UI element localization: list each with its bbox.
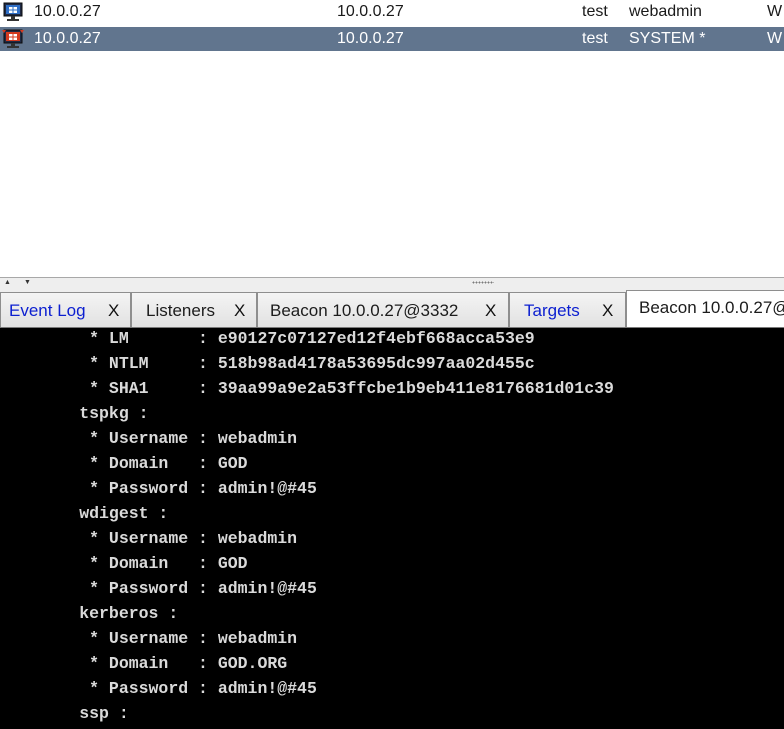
tab-label: Event Log <box>9 301 86 320</box>
console-line: * Domain : GOD <box>0 454 248 473</box>
console-line: * Password : admin!@#45 <box>0 679 317 698</box>
console-line: tspkg : <box>0 404 149 423</box>
tab-close-button[interactable]: X <box>234 301 245 321</box>
session-user: webadmin <box>629 3 702 20</box>
collapse-up-arrow-icon[interactable]: ▲ <box>4 279 11 287</box>
session-computer: W <box>767 30 783 47</box>
tab-label: Listeners <box>146 301 215 320</box>
tab-event-log[interactable]: Event Log X <box>0 292 131 327</box>
session-row-system[interactable]: 10.0.0.27 10.0.0.27 test SYSTEM * W <box>0 27 784 51</box>
session-external-ip: 10.0.0.27 <box>34 30 101 47</box>
session-internal-ip: 10.0.0.27 <box>337 30 404 47</box>
console-line: * Username : webadmin <box>0 629 298 648</box>
tab-targets[interactable]: Targets X <box>509 292 626 327</box>
console-line: * Username : webadmin <box>0 429 298 448</box>
windows-host-elevated-icon <box>2 29 24 48</box>
beacon-console-output[interactable]: * LM : e90127c07127ed12f4ebf668acca53e9 … <box>0 328 784 729</box>
console-line: * NTLM : 518b98ad4178a53695dc997aa02d455… <box>0 354 535 373</box>
console-line: * LM : e90127c07127ed12f4ebf668acca53e9 <box>0 329 535 348</box>
console-line: wdigest : <box>0 504 169 523</box>
console-line: * Domain : GOD <box>0 554 248 573</box>
tab-label: Targets <box>524 301 580 320</box>
session-listener: test <box>582 30 608 47</box>
session-listener: test <box>582 3 608 20</box>
session-external-ip: 10.0.0.27 <box>34 3 101 20</box>
sessions-table: 10.0.0.27 10.0.0.27 test webadmin W 10.0… <box>0 0 784 277</box>
tab-beacon-active[interactable]: Beacon 10.0.0.27@ <box>626 290 784 327</box>
console-line: kerberos : <box>0 604 179 623</box>
cobalt-strike-window: 10.0.0.27 10.0.0.27 test webadmin W 10.0… <box>0 0 784 729</box>
console-line: * Username : webadmin <box>0 529 298 548</box>
session-user: SYSTEM * <box>629 30 706 47</box>
console-line: * SHA1 : 39aa99a9e2a53ffcbe1b9eb411e8176… <box>0 379 614 398</box>
tab-beacon-3332[interactable]: Beacon 10.0.0.27@3332 X <box>257 292 509 327</box>
console-line: * Password : admin!@#45 <box>0 479 317 498</box>
windows-host-icon <box>3 2 23 21</box>
collapse-down-arrow-icon[interactable]: ▼ <box>24 279 31 287</box>
tab-label: Beacon 10.0.0.27@ <box>639 298 784 317</box>
session-computer: W <box>767 3 783 20</box>
console-line: * Password : admin!@#45 <box>0 579 317 598</box>
split-pane-divider[interactable]: ▲ ▼ <box>0 277 784 289</box>
tab-close-button[interactable]: X <box>108 301 119 321</box>
tab-bar: Event Log X Listeners X Beacon 10.0.0.27… <box>0 289 784 328</box>
console-line: ssp : <box>0 704 129 723</box>
divider-grip-icon[interactable] <box>472 281 494 284</box>
tab-close-button[interactable]: X <box>602 301 613 321</box>
session-internal-ip: 10.0.0.27 <box>337 3 404 20</box>
tab-label: Beacon 10.0.0.27@3332 <box>270 301 459 320</box>
tab-close-button[interactable]: X <box>485 301 496 321</box>
session-row-webadmin[interactable]: 10.0.0.27 10.0.0.27 test webadmin W <box>0 0 784 24</box>
tab-listeners[interactable]: Listeners X <box>131 292 257 327</box>
console-line: * Domain : GOD.ORG <box>0 654 288 673</box>
